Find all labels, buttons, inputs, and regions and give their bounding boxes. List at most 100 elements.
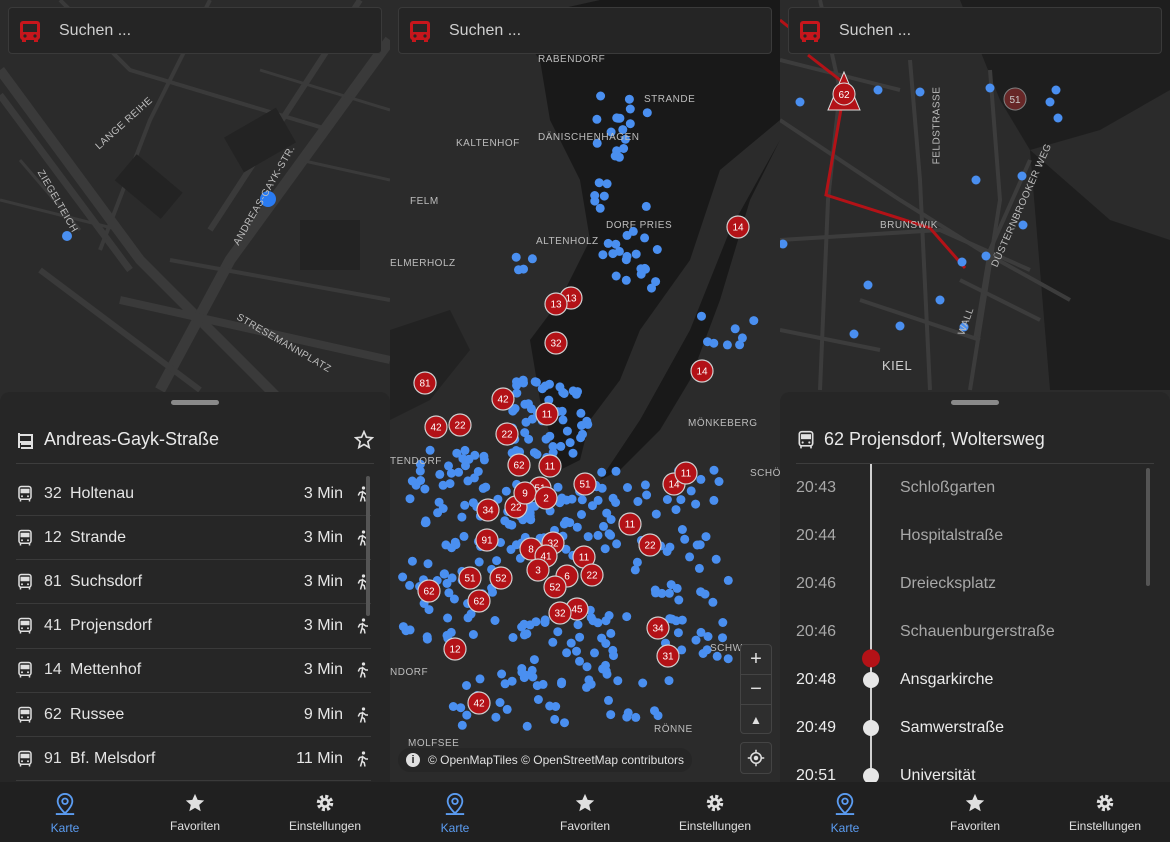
search-bar[interactable]: [8, 7, 382, 54]
stop-marker[interactable]: [915, 87, 925, 97]
nav-einstellungen[interactable]: Einstellungen: [260, 782, 390, 842]
trip-stop-row[interactable]: 20:46 Schauenburgerstraße: [796, 608, 1136, 656]
stop-marker[interactable]: [730, 324, 740, 334]
bus-marker[interactable]: 13: [544, 292, 568, 316]
stop-marker[interactable]: [640, 233, 650, 243]
stop-marker[interactable]: [425, 445, 435, 455]
stop-marker[interactable]: [696, 474, 706, 484]
stop-marker[interactable]: [398, 572, 408, 582]
stop-marker[interactable]: [662, 547, 672, 556]
stop-marker[interactable]: [651, 277, 661, 287]
stop-marker[interactable]: [625, 104, 635, 114]
compass-button[interactable]: ▲: [741, 705, 771, 735]
stop-marker[interactable]: [511, 252, 521, 262]
bus-marker[interactable]: 51: [573, 472, 597, 496]
trip-stop-row[interactable]: 20:48 Ansgarkirche: [796, 656, 1136, 704]
stop-marker[interactable]: [548, 637, 558, 647]
stop-marker[interactable]: [463, 476, 473, 486]
stop-marker[interactable]: [703, 632, 713, 641]
stop-marker[interactable]: [525, 620, 535, 630]
bus-marker[interactable]: 62: [467, 589, 491, 613]
stop-marker[interactable]: [714, 477, 724, 486]
stop-marker[interactable]: [662, 495, 672, 504]
departure-row[interactable]: 32 Holtenau 3 Min: [16, 472, 371, 516]
search-input[interactable]: [59, 21, 339, 40]
stop-marker[interactable]: [508, 633, 518, 642]
stop-marker[interactable]: [514, 265, 523, 275]
stop-marker[interactable]: [576, 408, 586, 418]
stop-marker[interactable]: [598, 664, 608, 674]
stop-marker[interactable]: [524, 434, 534, 444]
stop-marker[interactable]: [479, 451, 489, 461]
stop-marker[interactable]: [592, 114, 602, 124]
stop-marker[interactable]: [529, 448, 539, 458]
stop-marker[interactable]: [709, 465, 719, 475]
stop-marker[interactable]: [674, 595, 684, 605]
bus-marker[interactable]: 22: [448, 413, 472, 437]
stop-marker[interactable]: [642, 490, 652, 500]
stop-marker[interactable]: [421, 516, 431, 526]
stop-marker[interactable]: [575, 656, 584, 666]
stop-marker[interactable]: [506, 545, 516, 554]
stop-marker[interactable]: [434, 497, 444, 507]
stop-marker[interactable]: [606, 710, 616, 720]
departure-row[interactable]: 62 Russee 9 Min: [16, 693, 371, 737]
stop-marker[interactable]: [1017, 171, 1027, 181]
stop-marker[interactable]: [650, 585, 660, 595]
stop-marker[interactable]: [622, 251, 632, 261]
stop-marker[interactable]: [462, 681, 471, 690]
stop-marker[interactable]: [573, 620, 583, 630]
stop-marker[interactable]: [460, 445, 470, 455]
stop-marker[interactable]: [588, 616, 598, 626]
bus-marker[interactable]: 42: [424, 415, 448, 439]
stop-marker[interactable]: [631, 249, 641, 259]
stop-marker[interactable]: [517, 667, 527, 677]
bus-marker[interactable]: 62: [507, 453, 531, 477]
bus-marker[interactable]: 11: [618, 512, 642, 536]
stop-marker[interactable]: [795, 97, 805, 107]
stop-marker[interactable]: [423, 559, 433, 569]
stop-marker[interactable]: [460, 500, 470, 510]
stop-marker[interactable]: [673, 628, 683, 638]
stop-marker[interactable]: [638, 678, 648, 688]
bus-marker[interactable]: 52: [543, 575, 567, 599]
stop-marker[interactable]: [407, 476, 417, 486]
stop-marker[interactable]: [981, 251, 991, 261]
stop-marker[interactable]: [556, 441, 566, 451]
stop-marker[interactable]: [492, 556, 502, 566]
stop-marker[interactable]: [457, 512, 467, 522]
bus-marker[interactable]: 22: [495, 422, 519, 446]
stop-marker[interactable]: [567, 494, 577, 504]
stop-marker[interactable]: [622, 712, 632, 722]
stop-marker[interactable]: [708, 597, 718, 607]
stop-marker[interactable]: [473, 467, 483, 476]
stop-marker[interactable]: [575, 632, 585, 642]
stop-marker[interactable]: [697, 311, 706, 321]
stop-marker[interactable]: [624, 94, 634, 104]
bus-marker[interactable]: 52: [489, 566, 513, 590]
stop-marker[interactable]: [671, 505, 681, 515]
bus-marker[interactable]: 12: [443, 637, 467, 661]
stop-marker[interactable]: [559, 389, 569, 398]
stop-marker[interactable]: [583, 532, 593, 542]
stop-marker[interactable]: [558, 415, 568, 425]
nav-karte[interactable]: Karte: [0, 782, 130, 842]
stop-marker[interactable]: [1053, 113, 1063, 123]
stop-marker[interactable]: [551, 702, 561, 711]
stop-marker[interactable]: [557, 679, 566, 689]
stop-marker[interactable]: [611, 498, 621, 507]
trip-stop-row[interactable]: 20:46 Dreiecksplatz: [796, 560, 1136, 608]
stop-marker[interactable]: [468, 498, 478, 508]
stop-marker[interactable]: [598, 250, 608, 260]
stop-marker[interactable]: [474, 557, 484, 567]
bus-marker[interactable]: 11: [674, 461, 698, 485]
stop-marker[interactable]: [597, 483, 607, 493]
locate-button[interactable]: [740, 742, 772, 774]
stop-marker[interactable]: [502, 704, 512, 714]
stop-marker[interactable]: [680, 534, 690, 544]
nav-einstellungen[interactable]: Einstellungen: [650, 782, 780, 842]
stop-marker[interactable]: [641, 201, 651, 211]
bus-marker[interactable]: 34: [476, 498, 500, 522]
stop-marker[interactable]: [685, 552, 695, 562]
stop-marker[interactable]: [457, 720, 467, 730]
